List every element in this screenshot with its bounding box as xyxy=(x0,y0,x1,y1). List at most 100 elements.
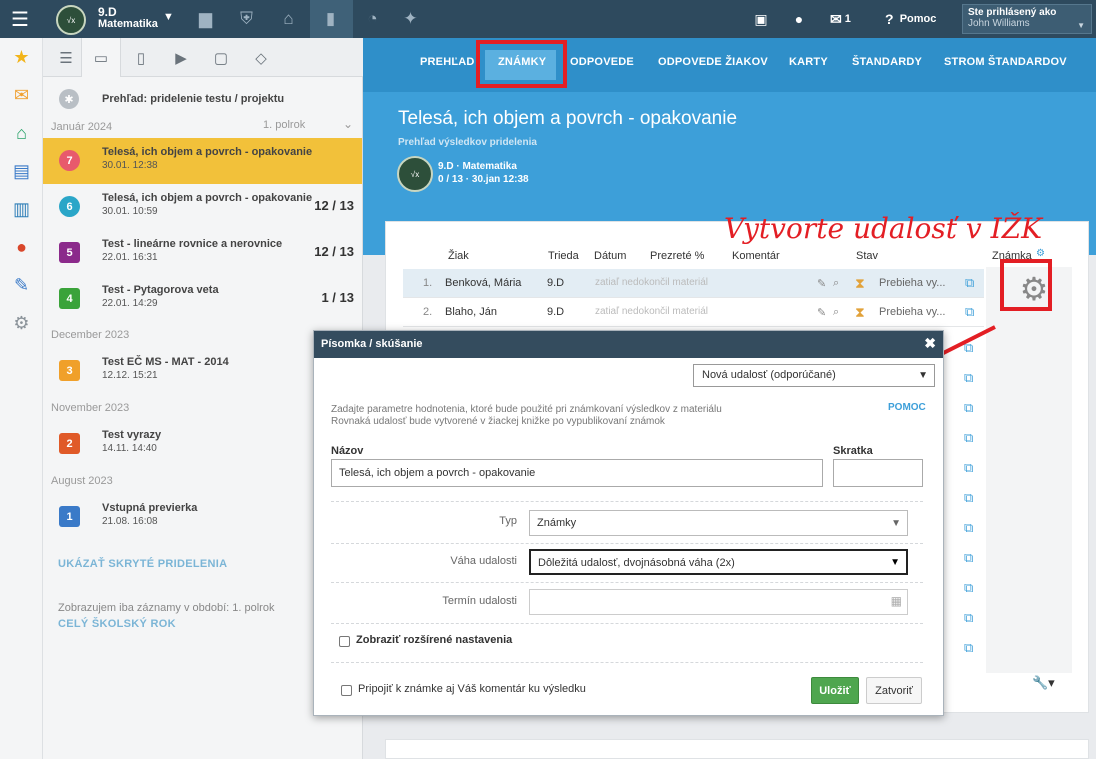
tab-cards[interactable]: KARTY xyxy=(789,56,828,68)
bar-chart-icon[interactable]: ▮ xyxy=(318,0,343,38)
external-link-icon[interactable]: ⧉ xyxy=(964,580,973,596)
col-header-comment[interactable]: Komentár xyxy=(732,250,780,262)
backpack-icon[interactable]: ▯ xyxy=(121,38,161,77)
chevron-down-icon[interactable]: ⌄ xyxy=(343,117,353,131)
institution-icon[interactable]: ⌂ xyxy=(276,0,301,38)
gear-icon[interactable]: ⚙ xyxy=(1036,248,1045,259)
board-icon[interactable]: ▢ xyxy=(201,38,241,77)
item-title: Telesá, ich objem a povrch - opakovanie xyxy=(102,146,313,158)
month-header: August 2023 xyxy=(51,475,113,487)
col-header-class[interactable]: Trieda xyxy=(548,250,579,262)
col-header-viewed[interactable]: Prezreté % xyxy=(650,250,704,262)
chat-bubbles-icon[interactable]: ● xyxy=(0,232,43,262)
period-label[interactable]: 1. polrok xyxy=(263,119,305,131)
external-link-icon[interactable]: ⧉ xyxy=(964,430,973,446)
home-icon[interactable]: ⌂ xyxy=(0,118,43,148)
chat-icon[interactable]: ● xyxy=(788,0,810,38)
walking-icon[interactable]: ✦ xyxy=(398,0,423,38)
advanced-settings-label[interactable]: Zobraziť rozšírené nastavenia xyxy=(356,634,512,646)
page-subtitle: Prehľad výsledkov pridelenia xyxy=(398,137,537,148)
state-text: Prebieha vy... xyxy=(879,277,946,289)
item-badge: 7 xyxy=(59,150,80,171)
dialog-header: Písomka / skúšanie ✖ xyxy=(314,331,943,358)
star-icon[interactable]: ★ xyxy=(0,42,43,72)
divider xyxy=(331,543,923,544)
external-link-icon[interactable]: ⧉ xyxy=(964,550,973,566)
show-hidden-link[interactable]: UKÁZAŤ SKRYTÉ PRIDELENIA xyxy=(58,558,227,570)
tab-overview[interactable]: PREHĽAD xyxy=(420,56,475,68)
student-class: 9.D xyxy=(547,306,565,318)
messages[interactable]: ✉ 1 xyxy=(830,0,851,38)
list-item[interactable]: 7 Telesá, ich objem a povrch - opakovani… xyxy=(43,138,362,184)
mail-icon[interactable]: ✉ xyxy=(0,80,43,110)
external-link-icon[interactable]: ⧉ xyxy=(964,460,973,476)
external-link-icon[interactable]: ⧉ xyxy=(964,610,973,626)
item-title: Test - Pytagorova veta xyxy=(102,284,219,296)
list-item[interactable]: 4 Test - Pytagorova veta 22.01. 14:29 1 … xyxy=(43,276,362,322)
col-header-date[interactable]: Dátum xyxy=(594,250,626,262)
compass-icon[interactable]: ◔ xyxy=(360,0,385,38)
col-header-state[interactable]: Stav xyxy=(856,250,878,262)
chevron-down-icon[interactable]: ▼ xyxy=(163,11,174,23)
col-header-student[interactable]: Žiak xyxy=(448,250,469,262)
sidebar-tabs: ☰ ▭ ▯ ▶ ▢ ◇ xyxy=(43,38,363,77)
student-name[interactable]: Benková, Mária xyxy=(445,277,521,289)
divider xyxy=(331,623,923,624)
event-select-value: Nová udalosť (odporúčané) xyxy=(702,369,836,381)
user-switcher[interactable]: Ste prihlásený ako John Williams ▼ xyxy=(962,4,1092,34)
item-date: 22.01. 16:31 xyxy=(102,252,158,263)
student-name[interactable]: Blaho, Ján xyxy=(445,306,497,318)
type-select[interactable]: Známky ▼ xyxy=(529,510,908,536)
attach-comment-checkbox[interactable] xyxy=(341,685,352,696)
calendar-icon[interactable]: ▦ xyxy=(891,594,902,608)
external-link-icon[interactable]: ⧉ xyxy=(964,520,973,536)
shield-icon[interactable]: ⛨ xyxy=(234,0,259,38)
class-name[interactable]: 9.D xyxy=(98,6,117,18)
book-icon[interactable]: ▥ xyxy=(0,194,43,224)
help-link[interactable]: ? Pomoc xyxy=(885,0,936,38)
close-button[interactable]: Zatvoriť xyxy=(866,677,922,704)
close-icon[interactable]: ✖ xyxy=(924,335,936,352)
name-field[interactable]: Telesá, ich objem a povrch - opakovanie xyxy=(331,459,823,487)
external-link-icon[interactable]: ⧉ xyxy=(964,490,973,506)
annotation-text: Vytvorte udalosť v IŽK xyxy=(724,212,1043,245)
date-field[interactable]: ▦ xyxy=(529,589,908,615)
pen-icon[interactable]: ✎ xyxy=(0,270,43,300)
gear-icon[interactable]: ⚙ xyxy=(0,308,43,338)
notebook-icon[interactable]: ▤ xyxy=(0,156,43,186)
save-button[interactable]: Uložiť xyxy=(811,677,859,704)
table-row[interactable]: 1. Benková, Mária 9.D zatiaľ nedokončil … xyxy=(403,269,984,298)
class-avatar: √x xyxy=(397,156,433,192)
type-value: Známky xyxy=(537,517,577,529)
event-select[interactable]: Nová udalosť (odporúčané) ▼ xyxy=(693,364,935,387)
wrench-icon[interactable]: 🔧▾ xyxy=(1032,675,1055,691)
video-icon[interactable]: ▶ xyxy=(161,38,201,77)
cast-icon[interactable]: ▣ xyxy=(750,0,772,38)
weight-select[interactable]: Dôležitá udalosť, dvojnásobná váha (2x) … xyxy=(529,549,908,575)
tab-standards-tree[interactable]: STROM ŠTANDARDOV xyxy=(944,56,1067,68)
tab-standards[interactable]: ŠTANDARDY xyxy=(852,56,922,68)
item-badge: 5 xyxy=(59,242,80,263)
edit-comment-icon[interactable]: ✎ xyxy=(817,277,826,290)
short-field[interactable] xyxy=(833,459,923,487)
external-link-icon[interactable]: ⧉ xyxy=(964,640,973,656)
short-label: Skratka xyxy=(833,445,873,457)
list-item[interactable]: 6 Telesá, ich objem a povrch - opakovani… xyxy=(43,184,362,230)
briefcase-icon[interactable]: ▆ xyxy=(193,0,218,38)
attachment-icon[interactable]: ⌕ xyxy=(833,277,839,290)
test-tab-icon[interactable]: ▭ xyxy=(81,38,121,77)
whole-year-link[interactable]: CELÝ ŠKOLSKÝ ROK xyxy=(58,618,176,630)
tab-student-answers[interactable]: ODPOVEDE ŽIAKOV xyxy=(658,56,768,68)
tab-answers[interactable]: ODPOVEDE xyxy=(570,56,634,68)
class-avatar[interactable]: √x xyxy=(56,5,86,35)
assignment-overview[interactable]: ✱ Prehľad: pridelenie testu / projektu xyxy=(43,83,363,115)
help-link[interactable]: POMOC xyxy=(888,402,926,413)
external-link-icon[interactable]: ⧉ xyxy=(965,275,974,291)
list-item[interactable]: 5 Test - lineárne rovnice a nerovnice 22… xyxy=(43,230,362,276)
list-icon[interactable]: ☰ xyxy=(46,38,86,77)
advanced-settings-checkbox[interactable] xyxy=(339,636,350,647)
class-subject[interactable]: Matematika xyxy=(98,18,158,30)
attach-comment-label[interactable]: Pripojiť k známke aj Váš komentár ku výs… xyxy=(358,683,586,695)
box-icon[interactable]: ◇ xyxy=(241,38,281,77)
menu-icon[interactable]: ☰ xyxy=(0,0,40,38)
